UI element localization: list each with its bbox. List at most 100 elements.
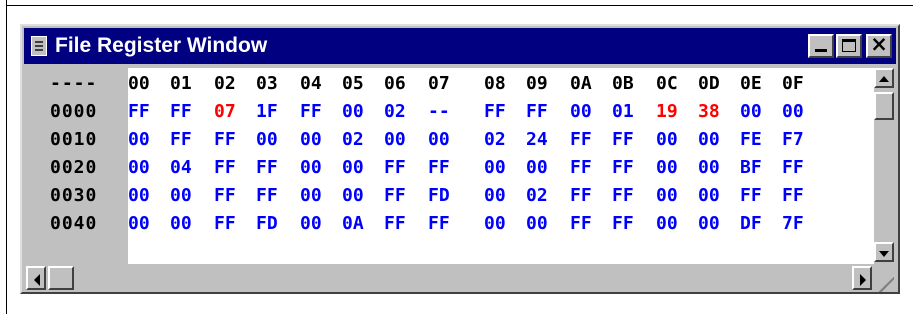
register-cell[interactable]: FF xyxy=(384,210,406,238)
scroll-down-button[interactable] xyxy=(874,242,894,262)
register-cell[interactable]: FF xyxy=(570,182,592,210)
register-cell[interactable]: 00 xyxy=(300,210,322,238)
register-cell[interactable]: 00 xyxy=(740,98,762,126)
register-cell[interactable]: 00 xyxy=(256,126,278,154)
register-cell[interactable]: F7 xyxy=(782,126,804,154)
register-cell[interactable]: 00 xyxy=(484,182,506,210)
column-header: 06 xyxy=(384,73,406,94)
column-header: 02 xyxy=(214,73,236,94)
register-cell[interactable]: FF xyxy=(170,126,192,154)
register-cell[interactable]: FF xyxy=(612,182,634,210)
register-cell[interactable]: FF xyxy=(612,154,634,182)
horizontal-scrollbar[interactable] xyxy=(26,264,874,292)
register-cell[interactable]: 00 xyxy=(170,210,192,238)
register-cell[interactable]: 00 xyxy=(484,154,506,182)
register-cell[interactable]: 00 xyxy=(656,210,678,238)
register-cell[interactable]: FD xyxy=(428,182,450,210)
register-cell[interactable]: 00 xyxy=(484,210,506,238)
register-cell[interactable]: 00 xyxy=(342,98,364,126)
register-cell[interactable]: FF xyxy=(214,154,236,182)
register-cell[interactable]: 19 xyxy=(656,98,678,126)
register-cell[interactable]: 00 xyxy=(170,182,192,210)
register-cell[interactable]: DF xyxy=(740,210,762,238)
register-cell[interactable]: 7F xyxy=(782,210,804,238)
register-cell[interactable]: FF xyxy=(170,98,192,126)
register-window-icon[interactable] xyxy=(31,36,47,56)
register-cell[interactable]: FF xyxy=(384,154,406,182)
register-cell[interactable]: 00 xyxy=(128,182,150,210)
register-cell[interactable]: 00 xyxy=(698,210,720,238)
register-cell[interactable]: 02 xyxy=(342,126,364,154)
register-cell[interactable]: 0A xyxy=(342,210,364,238)
register-cell[interactable]: 00 xyxy=(656,182,678,210)
register-cell[interactable]: 02 xyxy=(484,126,506,154)
register-cell[interactable]: 00 xyxy=(342,154,364,182)
register-cell[interactable]: FF xyxy=(214,126,236,154)
register-cell[interactable]: 38 xyxy=(698,98,720,126)
title-bar[interactable]: File Register Window × xyxy=(24,28,896,64)
close-button[interactable]: × xyxy=(866,32,892,58)
register-cell[interactable]: 00 xyxy=(342,182,364,210)
register-cell[interactable]: 00 xyxy=(128,210,150,238)
register-cell[interactable]: 04 xyxy=(170,154,192,182)
register-row: 0030 00 00 FF FF 00 00 FF FD 00 02 FF FF 00 00 FF FF xyxy=(26,182,874,210)
register-cell[interactable]: 00 xyxy=(698,182,720,210)
register-cell[interactable]: 00 xyxy=(300,182,322,210)
register-cell[interactable]: FF xyxy=(384,182,406,210)
register-cell[interactable]: FF xyxy=(612,210,634,238)
register-cell[interactable]: 00 xyxy=(656,154,678,182)
register-cell[interactable]: FF xyxy=(740,182,762,210)
register-cell[interactable]: 00 xyxy=(384,126,406,154)
register-cell[interactable]: FF xyxy=(570,210,592,238)
register-cell[interactable]: FD xyxy=(256,210,278,238)
row-address: 0010 xyxy=(50,129,98,150)
register-cell[interactable]: FF xyxy=(570,154,592,182)
scroll-right-button[interactable] xyxy=(852,266,872,290)
register-cell[interactable]: FF xyxy=(256,182,278,210)
register-cell[interactable]: BF xyxy=(740,154,762,182)
register-cell[interactable]: 00 xyxy=(698,126,720,154)
register-grid[interactable]: ---- 00 01 02 03 04 05 06 07 08 09 0A 0B 0C 0D 0E 0F 0000… xyxy=(26,68,874,264)
register-cell[interactable]: FF xyxy=(526,98,548,126)
register-cell[interactable]: 02 xyxy=(526,182,548,210)
register-cell[interactable]: FE xyxy=(740,126,762,154)
register-cell[interactable]: 1F xyxy=(256,98,278,126)
register-cell[interactable]: FF xyxy=(214,182,236,210)
vertical-scroll-thumb[interactable] xyxy=(874,92,894,120)
register-cell[interactable]: 00 xyxy=(656,126,678,154)
register-cell[interactable]: FF xyxy=(782,182,804,210)
register-cell[interactable]: -- xyxy=(428,98,450,126)
register-cell[interactable]: FF xyxy=(782,154,804,182)
register-cell[interactable]: FF xyxy=(256,154,278,182)
minimize-button[interactable] xyxy=(808,34,834,58)
register-cell[interactable]: FF xyxy=(300,98,322,126)
register-cell[interactable]: 00 xyxy=(782,98,804,126)
register-cell[interactable]: FF xyxy=(570,126,592,154)
register-cell[interactable]: 00 xyxy=(698,154,720,182)
register-cell[interactable]: 00 xyxy=(128,126,150,154)
register-cell[interactable]: 24 xyxy=(526,126,548,154)
register-cell[interactable]: FF xyxy=(428,210,450,238)
scroll-left-button[interactable] xyxy=(26,266,46,290)
column-header: 04 xyxy=(300,73,322,94)
vertical-scrollbar[interactable] xyxy=(874,68,894,264)
register-cell[interactable]: 00 xyxy=(526,154,548,182)
register-cell[interactable]: 02 xyxy=(384,98,406,126)
register-cell[interactable]: 00 xyxy=(526,210,548,238)
register-cell[interactable]: FF xyxy=(428,154,450,182)
register-cell[interactable]: 00 xyxy=(128,154,150,182)
scroll-up-button[interactable] xyxy=(874,68,894,88)
register-cell[interactable]: 07 xyxy=(214,98,236,126)
register-cell[interactable]: 00 xyxy=(428,126,450,154)
register-cell[interactable]: 00 xyxy=(570,98,592,126)
register-cell[interactable]: FF xyxy=(484,98,506,126)
maximize-button[interactable] xyxy=(836,34,862,58)
register-cell[interactable]: FF xyxy=(128,98,150,126)
register-cell[interactable]: 00 xyxy=(300,126,322,154)
resize-grip-icon[interactable] xyxy=(874,264,894,292)
register-cell[interactable]: FF xyxy=(214,210,236,238)
horizontal-scroll-thumb[interactable] xyxy=(48,266,74,290)
register-cell[interactable]: 01 xyxy=(612,98,634,126)
register-cell[interactable]: 00 xyxy=(300,154,322,182)
register-cell[interactable]: FF xyxy=(612,126,634,154)
